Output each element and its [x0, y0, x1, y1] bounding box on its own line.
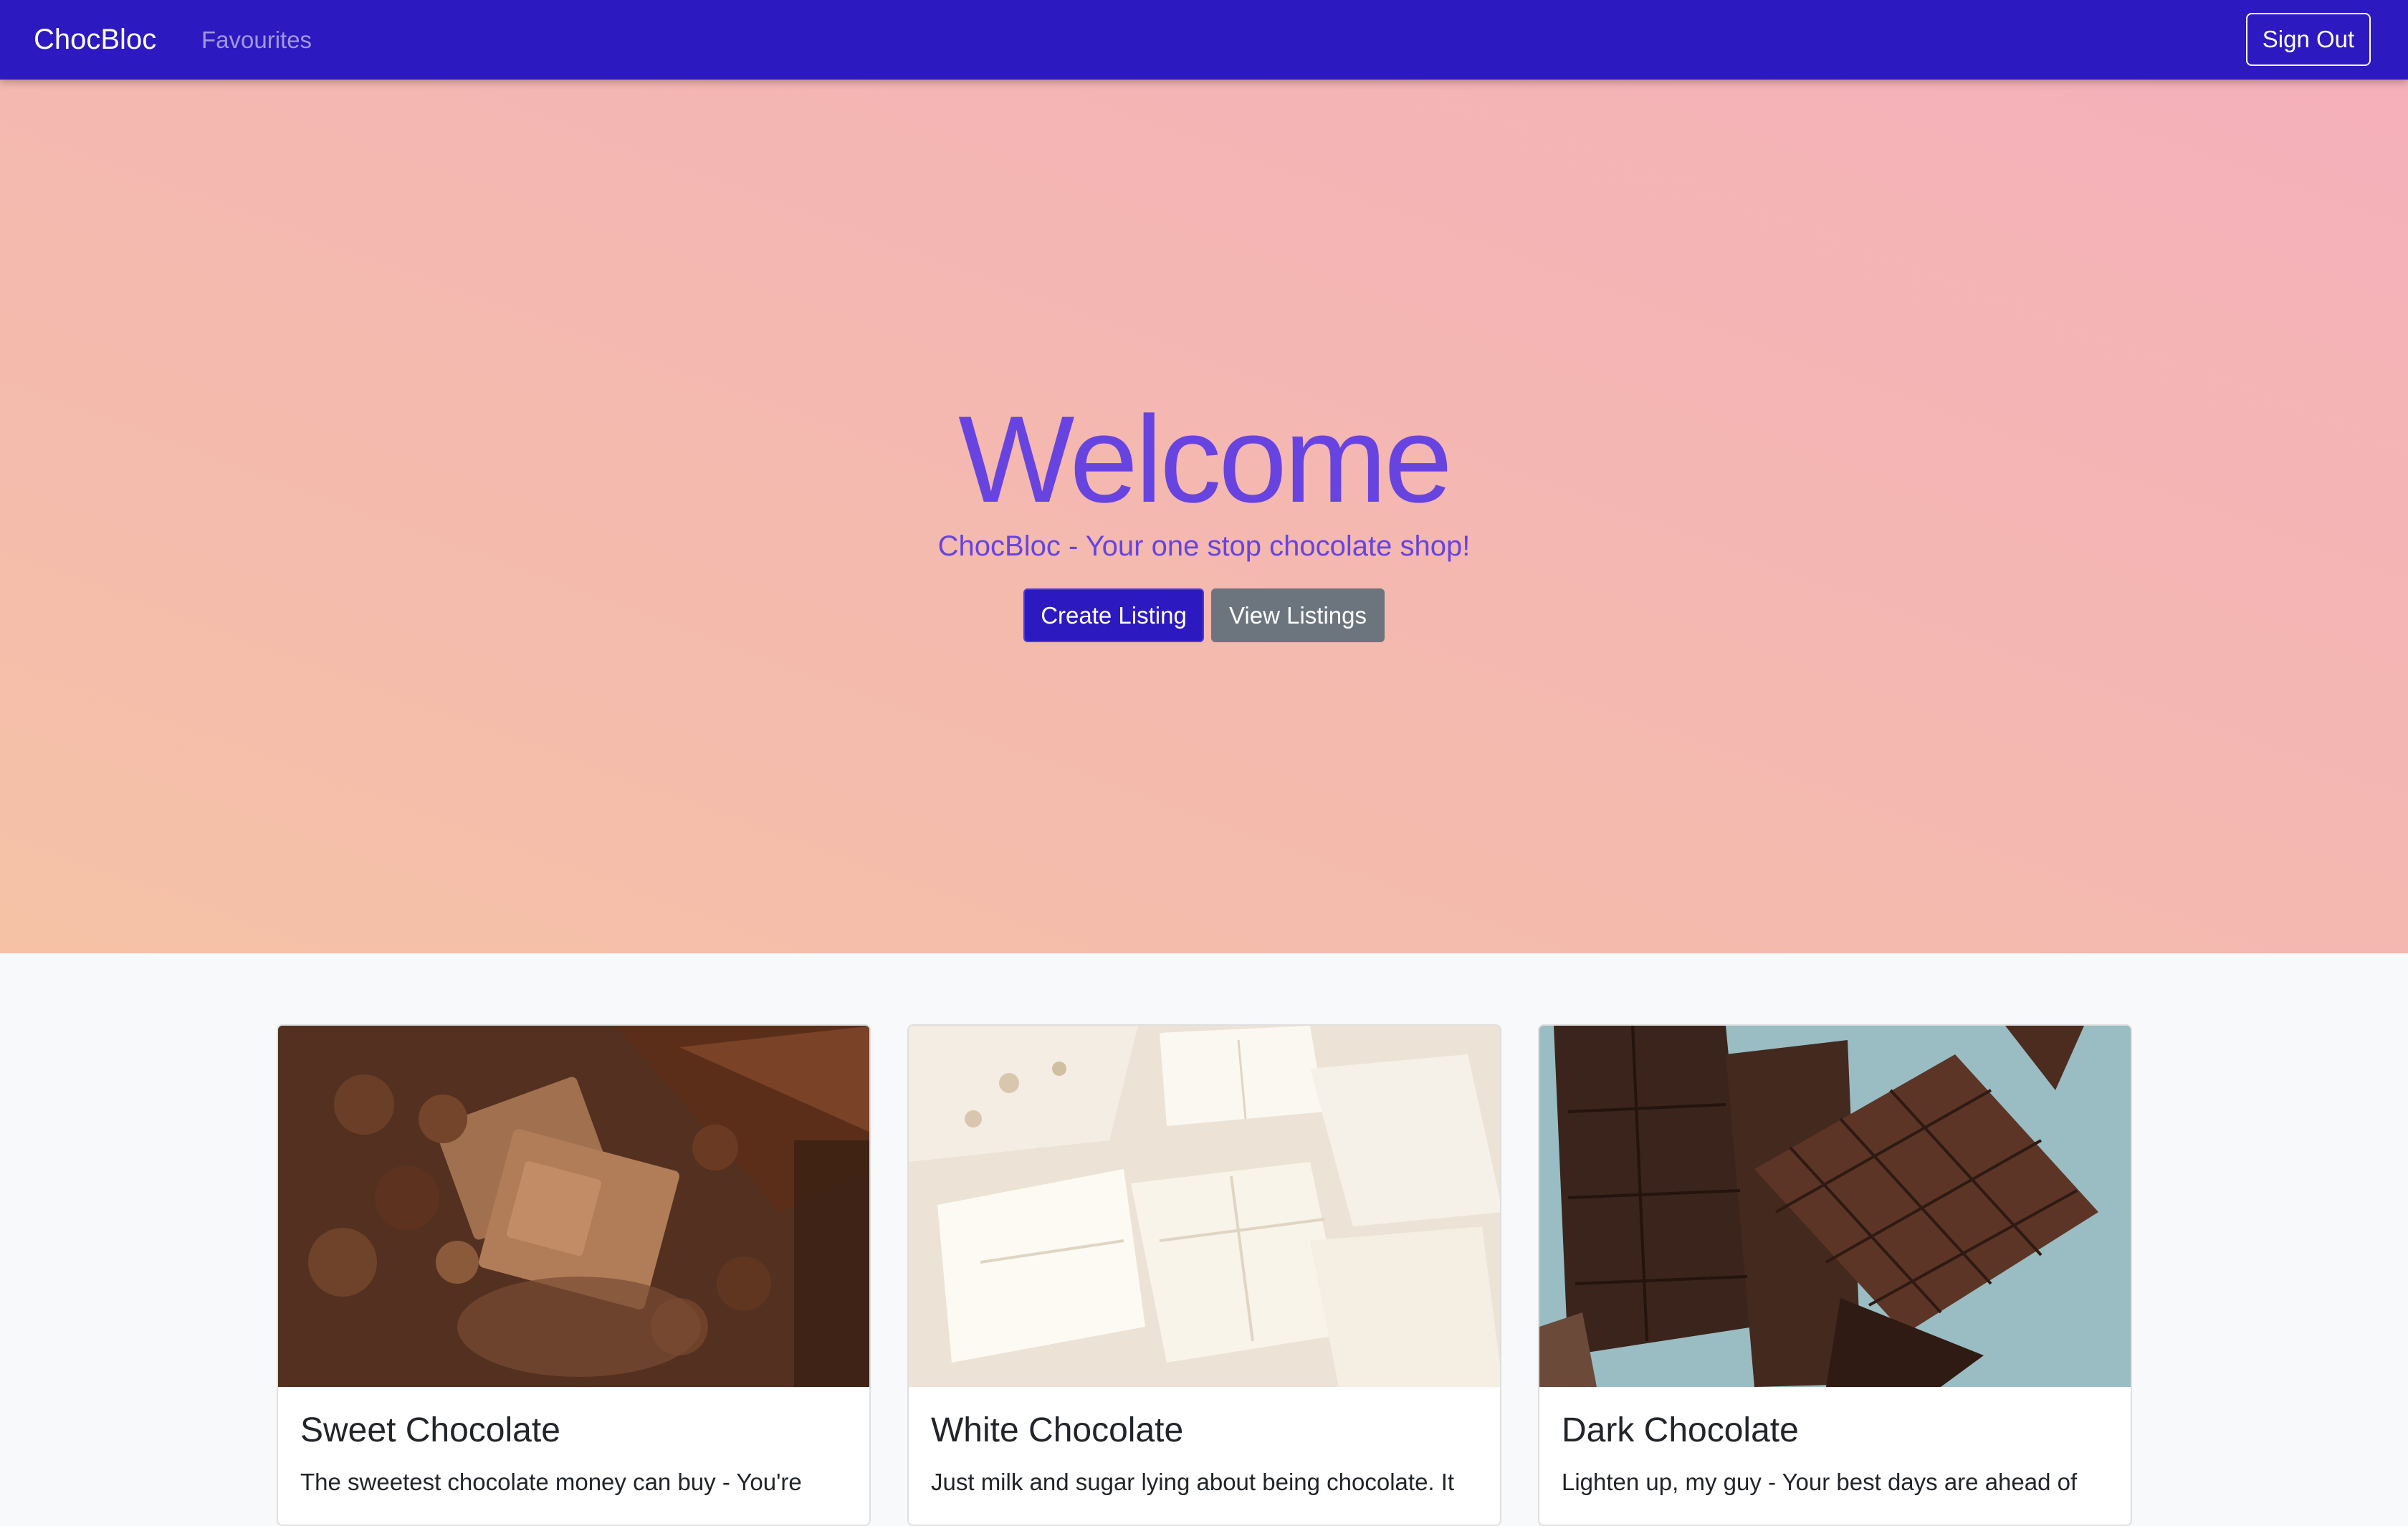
card-text: Just milk and sugar lying about being ch…: [931, 1469, 1455, 1495]
product-card-dark-chocolate[interactable]: Dark Chocolate Lighten up, my guy - Your…: [1538, 1024, 2132, 1526]
card-text: The sweetest chocolate money can buy - Y…: [300, 1469, 802, 1495]
sign-out-button[interactable]: Sign Out: [2246, 13, 2371, 66]
hero-subtitle: ChocBloc - Your one stop chocolate shop!: [937, 530, 1471, 562]
card-title: White Chocolate: [931, 1411, 1184, 1449]
create-listing-button[interactable]: Create Listing: [1023, 588, 1204, 642]
white-chocolate-image: [909, 1026, 1500, 1387]
product-card-sweet-chocolate[interactable]: Sweet Chocolate The sweetest chocolate m…: [277, 1024, 871, 1526]
brand-logo[interactable]: ChocBloc: [34, 22, 156, 57]
milk-chocolate-image: [278, 1026, 869, 1387]
view-listings-button[interactable]: View Listings: [1211, 588, 1385, 642]
card-title: Sweet Chocolate: [300, 1411, 560, 1449]
product-card-white-chocolate[interactable]: White Chocolate Just milk and sugar lyin…: [907, 1024, 1501, 1526]
nav-link-favourites[interactable]: Favourites: [201, 24, 312, 56]
top-navbar: ChocBloc Favourites Sign Out: [0, 0, 2408, 80]
card-title: Dark Chocolate: [1562, 1411, 1799, 1449]
hero-title: Welcome: [958, 391, 1453, 528]
dark-chocolate-image: [1539, 1026, 2131, 1387]
card-text: Lighten up, my guy - Your best days are …: [1562, 1469, 2078, 1495]
hero-banner: Welcome ChocBloc - Your one stop chocola…: [0, 80, 2408, 953]
